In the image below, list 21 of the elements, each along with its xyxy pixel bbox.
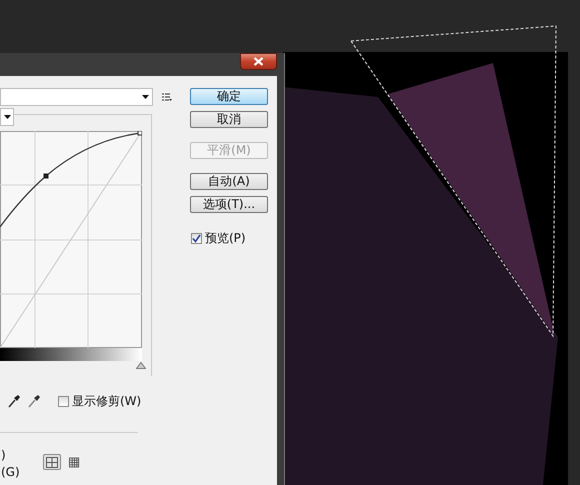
dialog-button[interactable]: 选项(T)... xyxy=(190,196,268,213)
option-label: ) xyxy=(1,447,6,464)
dialog-button[interactable]: 取消 xyxy=(190,111,268,128)
caret-icon xyxy=(4,115,10,119)
checkbox-label: 显示修剪(W) xyxy=(72,393,142,410)
slider-handle[interactable] xyxy=(136,362,146,369)
checkbox[interactable] xyxy=(58,396,69,407)
checkbox-label: 预览(P) xyxy=(205,230,246,247)
curve-graph[interactable] xyxy=(0,131,142,348)
close-button[interactable] xyxy=(240,53,277,70)
menu-icon[interactable] xyxy=(162,92,172,102)
ok-button[interactable]: 确定 xyxy=(190,88,268,105)
grid-option[interactable] xyxy=(43,454,61,470)
caret-icon xyxy=(142,95,149,99)
close-icon xyxy=(253,57,264,66)
eyedropper-icon[interactable] xyxy=(8,395,20,408)
dialog-button[interactable]: 自动(A) xyxy=(190,173,268,190)
eyedropper-icon[interactable] xyxy=(28,395,40,408)
channel-dropdown[interactable] xyxy=(0,108,14,126)
option-label: (G) xyxy=(1,464,20,481)
checkbox[interactable] xyxy=(191,233,202,244)
